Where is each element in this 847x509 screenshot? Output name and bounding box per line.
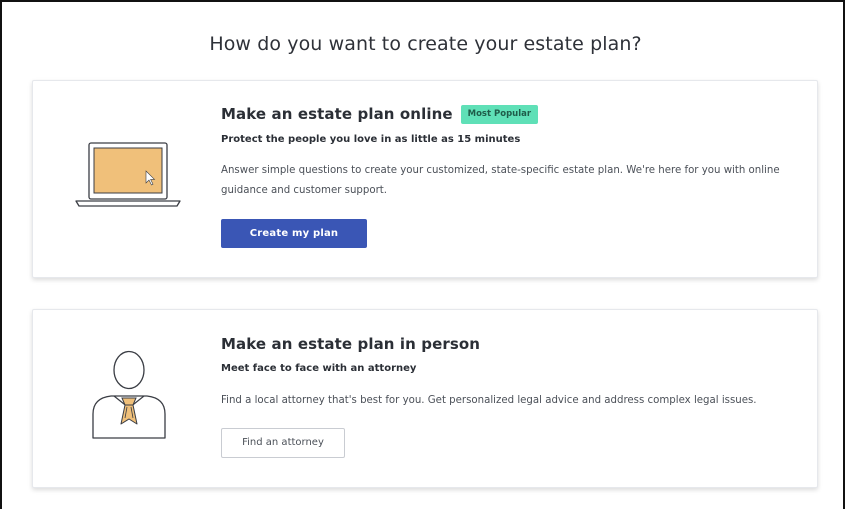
create-my-plan-button[interactable]: Create my plan now: [221, 218, 367, 268]
card-description: Find a local attorney that's best for yo…: [221, 395, 757, 406]
attorney-icon: [91, 348, 167, 442]
page-frame: How do you want to create your estate pl…: [0, 0, 845, 509]
find-an-attorney-button[interactable]: Find an attorney: [221, 428, 345, 458]
card-title: Make an estate plan online: [221, 105, 453, 124]
option-card-in-person: Make an estate plan in person Meet face …: [32, 309, 818, 488]
option-card-in-person-body: Make an estate plan in person Meet face …: [221, 335, 787, 458]
card-subtitle: Meet face to face with an attorney: [221, 363, 417, 374]
page-title: How do you want to create your estate pl…: [209, 33, 642, 55]
card-heading: Make an estate plan online Most Popular: [221, 105, 787, 124]
card-subtitle: Protect the people you love in as little…: [221, 133, 521, 145]
card-title: Make an estate plan in person: [221, 335, 481, 353]
laptop-icon: [74, 141, 182, 213]
card-description: Answer simple questions to create your c…: [221, 164, 780, 196]
card-heading: Make an estate plan in person: [221, 335, 787, 353]
option-card-online: Make an estate plan online Most Popular …: [32, 80, 818, 278]
option-card-online-body: Make an estate plan online Most Popular …: [221, 105, 787, 269]
most-popular-badge: Most Popular: [460, 105, 539, 124]
